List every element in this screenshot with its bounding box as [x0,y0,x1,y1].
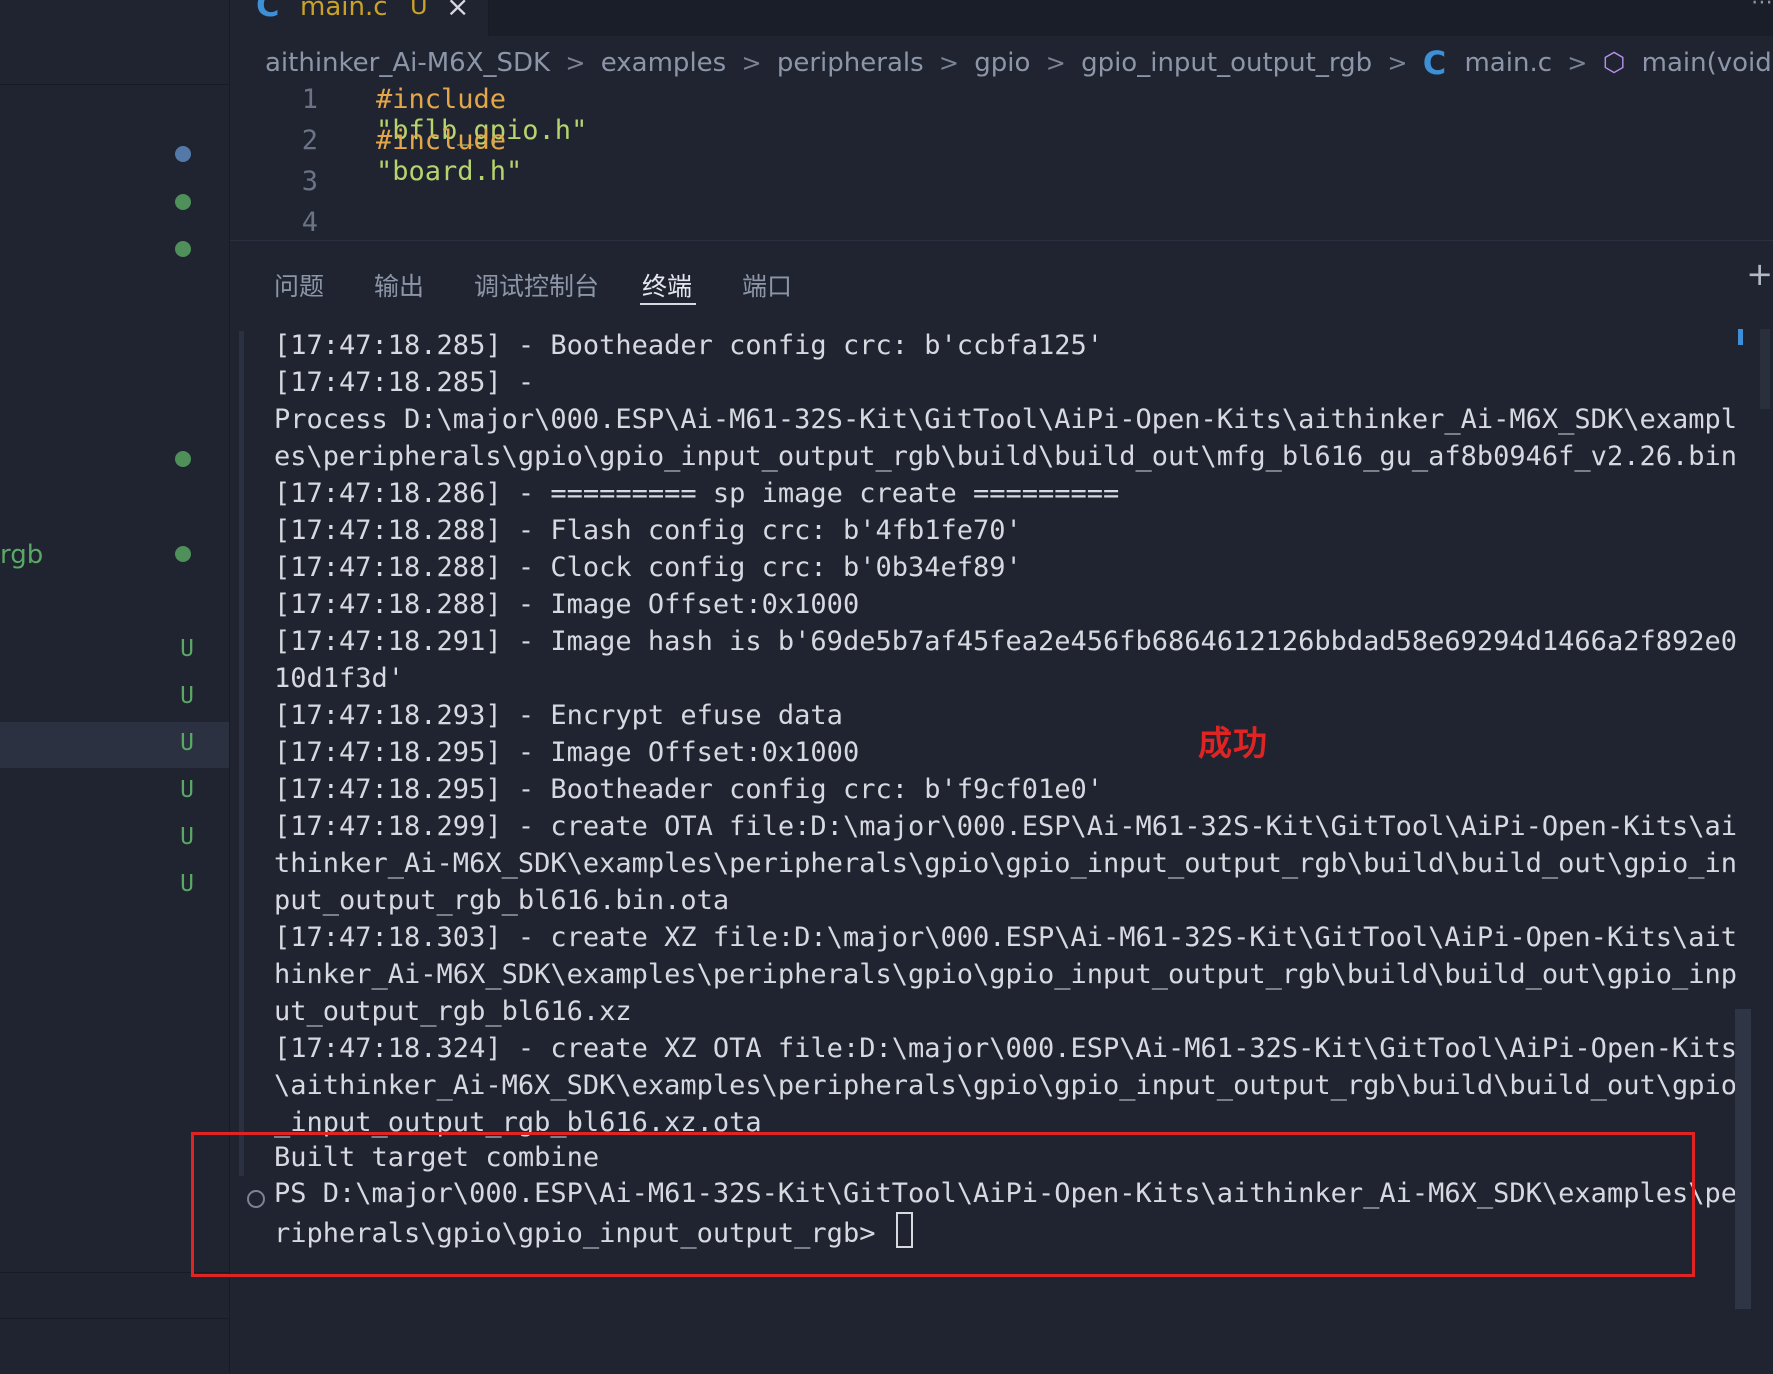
highlight-box [191,1132,1695,1277]
chevron-right-icon: > [1387,49,1408,77]
c-file-icon: C [1422,44,1447,82]
terminal-scrollbar[interactable] [1735,1009,1751,1309]
untracked-badge: U [180,777,194,803]
modified-dot-icon [175,546,191,562]
line-number: 3 [301,166,318,197]
breadcrumb-item[interactable]: examples [601,48,726,78]
editor-tab-bar: C main.c U × ⋯ [230,0,1773,36]
c-file-icon: C [256,0,280,24]
chevron-right-icon: > [1567,49,1588,77]
success-annotation: 成功 [1198,724,1268,764]
tab-output[interactable]: 输出 [374,267,424,303]
chevron-right-icon: > [741,49,762,77]
terminal-output[interactable]: [17:47:18.285] - Bootheader config crc: … [274,327,1764,1227]
cube-icon: ⬡ [1602,48,1626,78]
modified-dot-icon [175,241,191,257]
folder-name-fragment[interactable]: rgb [0,540,43,570]
keyword: #include [376,125,507,156]
breadcrumb-item[interactable]: peripherals [777,48,924,78]
tab-problems[interactable]: 问题 [274,267,324,303]
breadcrumb: aithinker_Ai-M6X_SDK > examples > periph… [265,44,1773,82]
modified-dot-icon [175,146,191,162]
more-actions-icon[interactable]: ··· [165,0,186,11]
sidebar-divider [0,84,229,85]
keyword: #include [376,84,507,115]
active-tab-indicator [640,303,696,305]
line-number: 4 [301,207,318,238]
breadcrumb-item[interactable]: aithinker_Ai-M6X_SDK [265,48,550,78]
tab-terminal[interactable]: 终端 [642,267,692,303]
chevron-right-icon: > [565,49,586,77]
tab-main-c[interactable]: C main.c U × [230,0,489,36]
string-literal: "board.h" [376,156,523,187]
tab-debug-console[interactable]: 调试控制台 [474,267,599,303]
untracked-badge: U [180,871,194,897]
line-number: 1 [301,84,318,115]
tab-ports[interactable]: 端口 [742,267,792,303]
chevron-right-icon: > [1045,49,1066,77]
breadcrumb-item[interactable]: gpio_input_output_rgb [1081,48,1372,78]
code-text: #include "board.h" [376,125,522,187]
chevron-right-icon: > [938,49,960,77]
modified-dot-icon [175,451,191,467]
breadcrumb-symbol[interactable]: main(void) [1642,48,1773,78]
breadcrumb-item[interactable]: gpio [974,48,1030,78]
modified-dot-icon [175,194,191,210]
plus-icon[interactable]: + [1746,255,1773,293]
untracked-badge: U [180,824,194,850]
editor-action-icon[interactable]: ⋯ [1751,0,1773,15]
tab-filename: main.c [300,0,388,22]
untracked-badge: U [180,730,194,756]
breadcrumb-file[interactable]: main.c [1464,48,1552,78]
line-number: 2 [301,125,318,156]
untracked-badge: U [180,636,194,662]
tab-git-status: U [410,0,428,20]
untracked-badge: U [180,683,194,709]
editor-area: C main.c U × ⋯ aithinker_Ai-M6X_SDK > ex… [230,0,1773,240]
close-icon[interactable]: × [446,0,469,23]
sidebar-divider [0,1318,229,1319]
terminal-gutter [239,331,244,1176]
